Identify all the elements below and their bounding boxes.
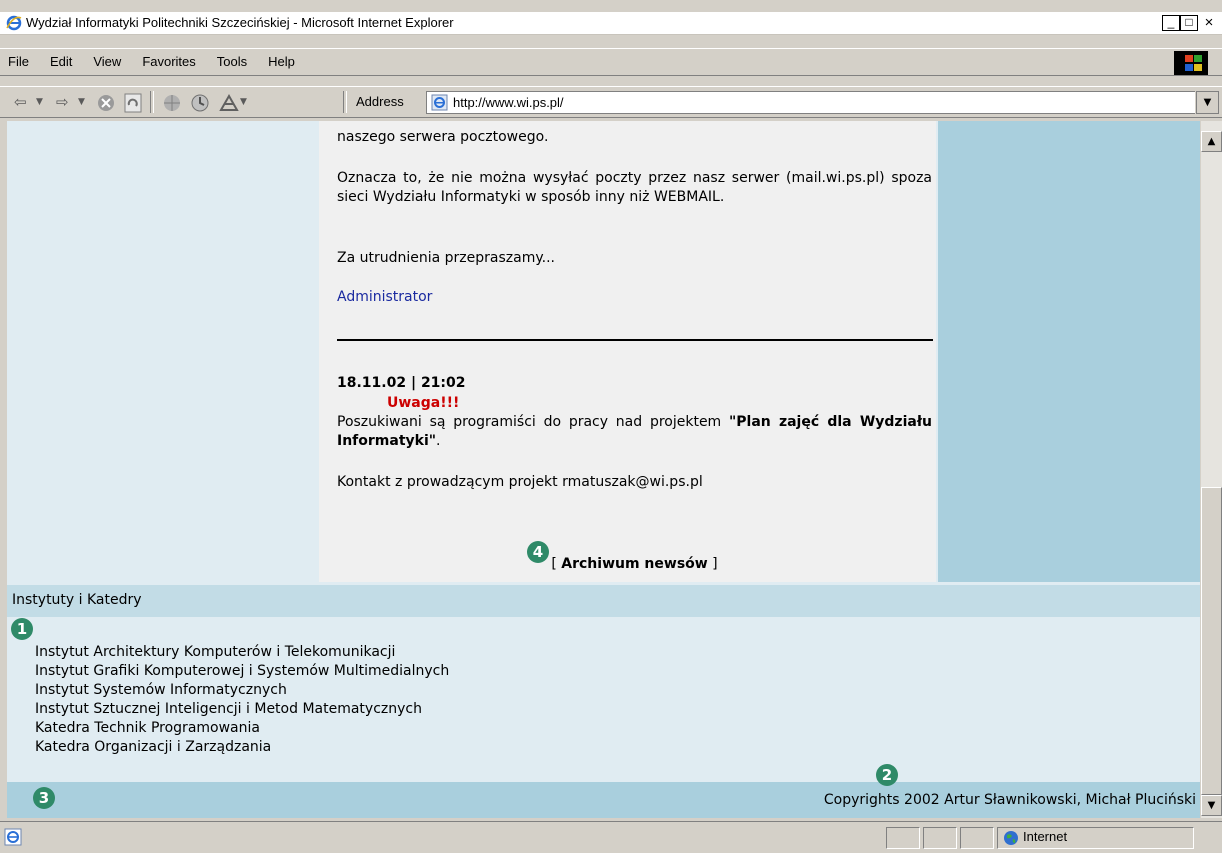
status-zone-text: Internet [1023, 829, 1068, 844]
close-button[interactable]: × [1198, 14, 1220, 32]
institute-link[interactable]: Instytut Systemów Informatycznych [35, 681, 449, 700]
news-paragraph: naszego serwera pocztowego. [337, 129, 549, 145]
menu-file[interactable]: File [8, 54, 29, 69]
back-arrow-icon[interactable]: ⇦ [14, 92, 27, 112]
channels-icon[interactable] [218, 93, 240, 113]
left-column [7, 121, 318, 582]
stop-icon[interactable] [96, 93, 116, 113]
news-column: naszego serwera pocztowego. Oznacza to, … [319, 121, 936, 582]
internet-globe-icon [1004, 831, 1018, 845]
institute-link[interactable]: Katedra Organizacji i Zarządzania [35, 738, 449, 757]
windows-logo-icon [1174, 51, 1208, 75]
back-dropdown-icon[interactable]: ▼ [36, 92, 43, 112]
page-status-icon [4, 828, 22, 846]
menu-bar: File Edit View Favorites Tools Help [0, 48, 1222, 76]
news-body: Poszukiwani są programiści do pracy nad … [337, 413, 932, 451]
channels-dropdown-icon[interactable]: ▼ [240, 92, 247, 112]
institute-link[interactable]: Instytut Sztucznej Inteligencji i Metod … [35, 700, 449, 719]
page-icon [431, 94, 448, 111]
news-paragraph: Za utrudnienia przepraszamy... [337, 250, 555, 266]
ie-logo-icon [6, 15, 22, 31]
address-input[interactable]: http://www.wi.ps.pl/ [453, 95, 564, 110]
menu-help[interactable]: Help [268, 54, 295, 69]
marker-badge: 1 [11, 618, 33, 640]
marker-badge: 3 [33, 787, 55, 809]
institute-link[interactable]: Katedra Technik Programowania [35, 719, 449, 738]
address-dropdown-button[interactable]: ▼ [1196, 91, 1219, 114]
forward-dropdown-icon[interactable]: ▼ [78, 92, 85, 112]
maximize-button[interactable]: □ [1180, 15, 1198, 31]
institutes-heading: Instytuty i Katedry [12, 592, 142, 608]
page-viewport: naszego serwera pocztowego. Oznacza to, … [7, 121, 1200, 818]
window-title: Wydział Informatyki Politechniki Szczeci… [26, 15, 454, 30]
marker-badge: 4 [527, 541, 549, 563]
status-bar: Internet [0, 821, 1222, 853]
right-column [938, 121, 1200, 582]
status-panel [886, 827, 920, 849]
news-alert: Uwaga!!! [387, 395, 460, 411]
news-paragraph: Oznacza to, że nie można wysyłać poczty … [337, 170, 932, 205]
forward-arrow-icon[interactable]: ⇨ [56, 92, 69, 112]
institutes-section: Instytut Architektury Komputerów i Telek… [7, 619, 1200, 777]
divider [337, 339, 933, 341]
menu-view[interactable]: View [93, 54, 121, 69]
menu-edit[interactable]: Edit [50, 54, 72, 69]
scroll-thumb[interactable] [1201, 487, 1222, 795]
refresh-icon[interactable] [124, 93, 142, 113]
title-bar: Wydział Informatyki Politechniki Szczeci… [0, 12, 1222, 35]
vertical-scrollbar[interactable]: ▲ ▼ [1201, 121, 1222, 818]
status-panel [960, 827, 994, 849]
address-label: Address [356, 94, 404, 109]
news-signature: Administrator [337, 289, 433, 305]
archive-link-wrapper: [ Archiwum newsów ] [337, 555, 932, 574]
news-contact: Kontakt z prowadzącym projekt rmatuszak@… [337, 474, 703, 490]
institutes-list: Instytut Architektury Komputerów i Telek… [35, 643, 449, 757]
news-date: 18.11.02 | 21:02 [337, 375, 466, 391]
institute-link[interactable]: Instytut Architektury Komputerów i Telek… [35, 643, 449, 662]
institutes-header: Instytuty i Katedry [7, 585, 1200, 617]
toolbar: ⇦ ▼ ⇨ ▼ ▼ Address http://www.wi.ps.pl/ ▼ [0, 86, 1222, 118]
menu-tools[interactable]: Tools [217, 54, 247, 69]
status-panel [923, 827, 957, 849]
minimize-button[interactable]: _ [1162, 15, 1180, 31]
footer: Copyrights 2002 Artur Sławnikowski, Mich… [7, 782, 1200, 818]
history-icon[interactable] [190, 93, 210, 113]
browser-window: Wydział Informatyki Politechniki Szczeci… [0, 0, 1222, 853]
scroll-up-button[interactable]: ▲ [1201, 131, 1222, 152]
archive-bracket: [ [551, 556, 562, 572]
copyright-text: Copyrights 2002 Artur Sławnikowski, Mich… [823, 792, 1196, 808]
institute-link[interactable]: Instytut Grafiki Komputerowej i Systemów… [35, 662, 449, 681]
menu-favorites[interactable]: Favorites [142, 54, 195, 69]
news-body-text: Poszukiwani są programiści do pracy nad … [337, 414, 729, 430]
address-bar[interactable]: http://www.wi.ps.pl/ [426, 91, 1195, 114]
archive-link[interactable]: Archiwum newsów [561, 556, 707, 572]
marker-badge: 2 [876, 764, 898, 786]
archive-bracket: ] [707, 556, 718, 572]
search-globe-icon[interactable] [162, 93, 182, 113]
scroll-down-button[interactable]: ▼ [1201, 795, 1222, 816]
news-body-end: . [436, 433, 441, 449]
